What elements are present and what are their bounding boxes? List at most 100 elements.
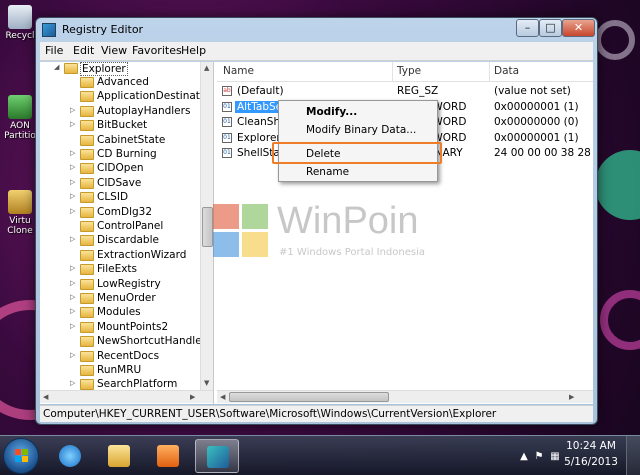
action-center-flag-icon[interactable]: ⚑ <box>533 451 545 463</box>
scrollbar-thumb[interactable] <box>202 207 213 247</box>
title-bar[interactable]: Registry Editor – □ ✕ <box>36 18 597 42</box>
expand-icon[interactable]: ▷ <box>70 379 75 387</box>
expand-icon[interactable]: ▷ <box>70 264 75 272</box>
list-horizontal-scrollbar[interactable]: ◀ ▶ <box>217 390 593 403</box>
binary-value-icon: 01 <box>222 132 232 143</box>
taskbar-registry-editor[interactable] <box>195 439 239 473</box>
tree-vertical-scrollbar[interactable]: ▲ ▼ <box>200 62 213 390</box>
tree-item-label: BitBucket <box>97 119 148 132</box>
tree-item[interactable]: ▷ BitBucket <box>40 119 200 133</box>
taskbar-media-player[interactable] <box>146 439 190 473</box>
expand-icon[interactable]: ▷ <box>70 106 75 114</box>
desktop-icon-label: AON Partitio <box>4 121 36 141</box>
maximize-button[interactable]: □ <box>539 19 562 37</box>
expand-icon[interactable]: ▷ <box>70 235 75 243</box>
scroll-up-icon[interactable]: ▲ <box>204 64 209 72</box>
context-item-modify[interactable]: Modify... <box>281 103 435 121</box>
expand-icon[interactable]: ▷ <box>70 192 75 200</box>
tree-item-label: ExtractionWizard <box>97 248 187 261</box>
menu-help[interactable]: Help <box>178 44 209 57</box>
wallpaper-swirl <box>600 290 640 350</box>
expand-icon[interactable]: ▷ <box>70 351 75 359</box>
clock-date[interactable]: 5/16/2013 <box>563 456 619 468</box>
expand-icon[interactable]: ▷ <box>70 163 75 171</box>
tree-item[interactable]: ▷ Modules <box>40 306 200 320</box>
menu-favorites[interactable]: Favorites <box>129 44 185 57</box>
tree-item-label: CabinetState <box>97 133 166 146</box>
tree-item[interactable]: ▷ RecentDocs <box>40 350 200 364</box>
tree-item[interactable]: ▷ Discardable <box>40 234 200 248</box>
context-item-rename[interactable]: Rename <box>281 163 435 181</box>
expand-icon[interactable]: ▷ <box>70 293 75 301</box>
expand-icon[interactable]: ▷ <box>70 207 75 215</box>
scroll-right-icon[interactable]: ▶ <box>190 393 195 401</box>
expand-icon[interactable]: ▷ <box>70 120 75 128</box>
menu-view[interactable]: View <box>98 44 130 57</box>
scroll-left-icon[interactable]: ◀ <box>220 393 225 401</box>
tree-item[interactable]: ▷ LowRegistry <box>40 278 200 292</box>
tree-item[interactable]: CabinetState <box>40 134 200 148</box>
value-data: (value not set) <box>494 85 571 97</box>
network-icon[interactable]: ▦ <box>549 451 561 463</box>
list-header: Name Type Data <box>217 62 593 82</box>
expand-icon[interactable]: ▷ <box>70 149 75 157</box>
tree-item[interactable]: ▷ MenuOrder <box>40 292 200 306</box>
minimize-button[interactable]: – <box>516 19 539 37</box>
tree-item[interactable]: ▷ MountPoints2 <box>40 321 200 335</box>
tree-item[interactable]: ▷ AutoplayHandlers <box>40 105 200 119</box>
expand-icon[interactable]: ▷ <box>70 322 75 330</box>
tree-item[interactable]: ▷ ComDlg32 <box>40 206 200 220</box>
internet-explorer-icon <box>59 445 81 467</box>
folder-icon <box>80 120 94 132</box>
desktop-icon-virtual-clone[interactable]: Virtu Clone <box>0 190 40 236</box>
menu-file[interactable]: File <box>42 44 66 57</box>
folder-icon <box>80 278 94 290</box>
tree-item[interactable]: ▷ CLSID <box>40 191 200 205</box>
tree-item[interactable]: ControlPanel <box>40 220 200 234</box>
tree-horizontal-scrollbar[interactable]: ◀ ▶ <box>40 390 213 403</box>
binary-value-icon: 01 <box>222 117 232 127</box>
column-divider[interactable] <box>392 62 393 82</box>
taskbar-windows-explorer[interactable] <box>97 439 141 473</box>
clock-time[interactable]: 10:24 AM <box>566 440 616 452</box>
tree-item[interactable]: NewShortcutHandlers <box>40 335 211 349</box>
column-divider[interactable] <box>489 62 490 82</box>
registry-value-row[interactable]: ab (Default) REG_SZ (value not set) <box>217 84 593 99</box>
column-header-type[interactable]: Type <box>397 65 421 77</box>
scroll-left-icon[interactable]: ◀ <box>43 393 48 401</box>
tree-item[interactable]: ▷ FileExts <box>40 263 200 277</box>
tree-item-explorer[interactable]: ◢ Explorer <box>40 62 200 76</box>
taskbar-internet-explorer[interactable] <box>48 439 92 473</box>
close-button[interactable]: ✕ <box>562 19 595 37</box>
desktop-icon-recycle-bin[interactable]: Recycl <box>0 5 40 41</box>
tree-item[interactable]: ApplicationDestinations <box>40 90 213 104</box>
tree-item[interactable]: ExtractionWizard <box>40 249 200 263</box>
tree-item[interactable]: ▷ CIDSave <box>40 177 200 191</box>
value-data: 0x00000001 (1) <box>494 131 579 144</box>
tree-item[interactable]: ▷ CIDOpen <box>40 162 200 176</box>
show-desktop-button[interactable] <box>626 436 640 475</box>
column-header-data[interactable]: Data <box>494 65 519 77</box>
column-header-name[interactable]: Name <box>223 65 254 77</box>
scrollbar-thumb[interactable] <box>229 392 389 402</box>
taskbar: ▲ ⚑ ▦ 10:24 AM 5/16/2013 <box>0 435 640 475</box>
expand-icon[interactable]: ▷ <box>70 279 75 287</box>
scroll-right-icon[interactable]: ▶ <box>569 393 574 401</box>
context-item-modify-binary[interactable]: Modify Binary Data... <box>281 121 435 139</box>
start-button[interactable] <box>3 438 39 474</box>
scroll-down-icon[interactable]: ▼ <box>204 379 209 387</box>
folder-icon <box>80 321 94 333</box>
expand-icon[interactable]: ▷ <box>70 178 75 186</box>
menu-edit[interactable]: Edit <box>70 44 97 57</box>
tree-item[interactable]: ▷ CD Burning <box>40 148 200 162</box>
delete-highlight-box <box>272 142 442 164</box>
expand-icon[interactable]: ▷ <box>70 307 75 315</box>
show-hidden-icons-icon[interactable]: ▲ <box>518 451 530 463</box>
folder-icon <box>80 91 94 103</box>
desktop-icon-partition[interactable]: AON Partitio <box>0 95 40 141</box>
tree-item-label: Modules <box>97 306 141 319</box>
collapse-icon[interactable]: ◢ <box>54 63 59 71</box>
folder-icon <box>80 379 94 391</box>
tree-item[interactable]: RunMRU <box>40 364 200 378</box>
tree-item[interactable]: Advanced <box>40 76 200 90</box>
